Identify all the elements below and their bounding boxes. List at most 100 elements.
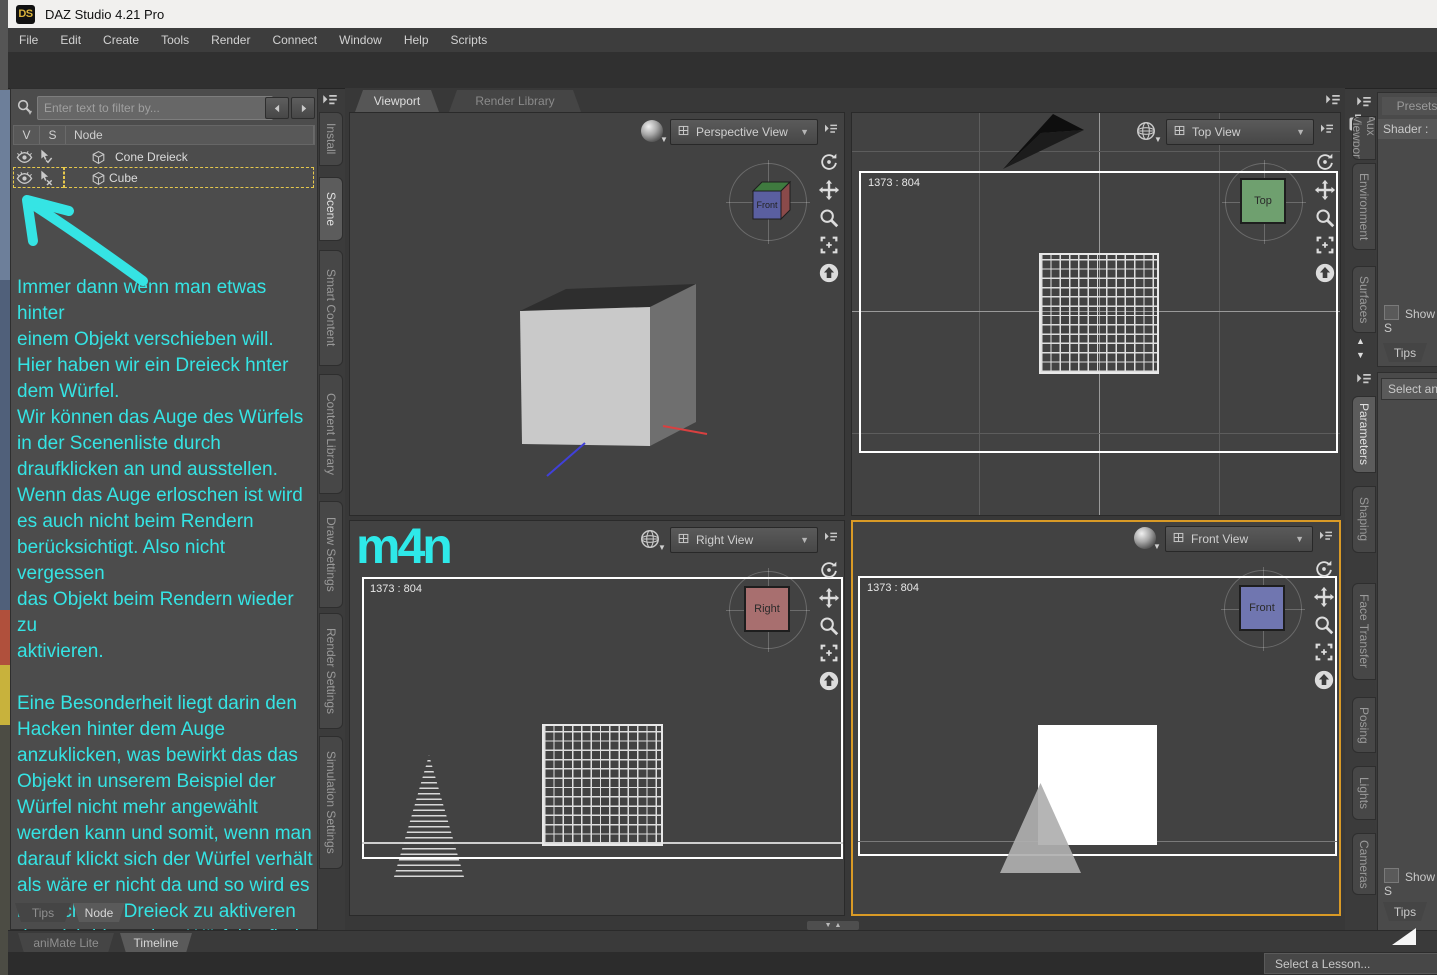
orbit-camera-icon[interactable] xyxy=(1314,151,1336,178)
menu-connect[interactable]: Connect xyxy=(261,28,328,52)
column-node[interactable]: Node xyxy=(66,126,314,144)
dock-tab-scene[interactable]: Scene xyxy=(319,177,343,241)
viewport-collapse-handle[interactable]: ▼▲ xyxy=(807,921,859,930)
frame-camera-icon[interactable] xyxy=(818,642,840,669)
orbit-camera-icon[interactable] xyxy=(818,151,840,178)
menu-tools[interactable]: Tools xyxy=(150,28,200,52)
scene-pane: ▾ V S Node Cone Dreieck Cube Imm xyxy=(10,88,318,930)
view-selector-dropdown[interactable]: Perspective View▼ xyxy=(670,119,818,145)
right-dock-pane-menu-icon[interactable] xyxy=(1354,93,1374,116)
filter-next-button[interactable] xyxy=(291,97,315,119)
pan-camera-icon[interactable] xyxy=(1314,179,1336,206)
frame-camera-icon[interactable] xyxy=(818,234,840,261)
reset-camera-icon[interactable] xyxy=(818,262,840,289)
dock-tab-environment[interactable]: Environment xyxy=(1352,163,1376,250)
column-visibility[interactable]: V xyxy=(14,126,40,144)
zoom-camera-icon[interactable] xyxy=(1313,614,1335,641)
scene-tab-tips[interactable]: Tips xyxy=(15,903,71,922)
orbit-camera-icon[interactable] xyxy=(818,559,840,586)
menu-help[interactable]: Help xyxy=(393,28,440,52)
menu-render[interactable]: Render xyxy=(200,28,261,52)
dock-tab-shaping[interactable]: Shaping xyxy=(1352,486,1376,553)
menu-edit[interactable]: Edit xyxy=(49,28,92,52)
viewport-top[interactable]: 1373 : 804 Top ▼ Top View▼ xyxy=(851,112,1341,516)
show-checkbox-row[interactable]: Show S xyxy=(1384,305,1437,335)
viewport-front-active[interactable]: 1373 : 804 Front ▼ Front View▼ xyxy=(851,520,1341,916)
checkbox-icon[interactable] xyxy=(1384,868,1399,883)
menu-window[interactable]: Window xyxy=(328,28,393,52)
dock-tab-content-library[interactable]: Content Library xyxy=(319,374,343,494)
pan-camera-icon[interactable] xyxy=(818,587,840,614)
menu-create[interactable]: Create xyxy=(92,28,150,52)
viewport-right[interactable]: m4n 1373 : 804 Right ▼ Right View▼ xyxy=(349,520,845,916)
left-dock-pane-menu-icon[interactable] xyxy=(320,91,340,114)
frame-camera-icon[interactable] xyxy=(1314,234,1336,261)
select-item-dropdown[interactable]: Select an Item xyxy=(1381,378,1437,400)
resize-grip-icon[interactable] xyxy=(1392,928,1416,945)
dock-tab-smart-content[interactable]: Smart Content xyxy=(319,250,343,366)
dock-tab-render-settings[interactable]: Render Settings xyxy=(319,613,343,729)
viewport-options-icon[interactable] xyxy=(822,121,840,142)
tab-viewport[interactable]: Viewport xyxy=(355,90,439,112)
filter-prev-button[interactable] xyxy=(265,97,289,119)
scene-filter-input[interactable] xyxy=(37,96,273,120)
presets-panel: Presets Shader : Show S Tips xyxy=(1377,92,1437,367)
dock-tab-parameters[interactable]: Parameters xyxy=(1352,396,1376,473)
viewport-options-icon[interactable] xyxy=(822,529,840,550)
reset-camera-icon[interactable] xyxy=(818,670,840,697)
dock-tab-surfaces[interactable]: Surfaces xyxy=(1352,266,1376,333)
show-checkbox-row[interactable]: Show S xyxy=(1384,868,1437,898)
reset-camera-icon[interactable] xyxy=(1314,262,1336,289)
column-selectability[interactable]: S xyxy=(40,126,66,144)
zoom-camera-icon[interactable] xyxy=(818,207,840,234)
viewport-options-icon[interactable] xyxy=(1318,121,1336,142)
filter-search-icon[interactable]: ▾ xyxy=(16,98,33,120)
viewcube-face[interactable]: Right xyxy=(744,586,790,632)
reset-camera-icon[interactable] xyxy=(1313,669,1335,696)
tab-animate-lite[interactable]: aniMate Lite xyxy=(18,933,114,953)
tab-render-library[interactable]: Render Library xyxy=(449,90,581,112)
node-label[interactable]: Cone Dreieck xyxy=(115,150,188,164)
viewcube-mini-cube[interactable]: Front xyxy=(735,169,799,233)
zoom-camera-icon[interactable] xyxy=(1314,207,1336,234)
dock-tab-posing[interactable]: Posing xyxy=(1352,697,1376,753)
presets-tips-tab[interactable]: Tips xyxy=(1383,343,1427,362)
dock-tab-face-transfer[interactable]: Face Transfer xyxy=(1352,583,1376,680)
orbit-camera-icon[interactable] xyxy=(1313,558,1335,585)
dock-scroll-up-icon[interactable]: ▲ xyxy=(1356,336,1365,346)
select-lesson-button[interactable]: Select a Lesson... xyxy=(1264,953,1437,974)
viewcube-face[interactable]: Top xyxy=(1240,178,1286,224)
viewport-options-icon[interactable] xyxy=(1317,528,1335,549)
eye-icon[interactable] xyxy=(13,149,35,166)
dock-tab-aux-viewport[interactable]: Aux Viewport xyxy=(1352,116,1376,160)
frame-camera-icon[interactable] xyxy=(1313,641,1335,668)
view-selector-dropdown[interactable]: Top View▼ xyxy=(1166,119,1314,145)
presets-tab[interactable]: Presets xyxy=(1382,97,1437,115)
dock-tab-draw-settings[interactable]: Draw Settings xyxy=(319,501,343,608)
dock-scroll-down-icon[interactable]: ▼ xyxy=(1356,350,1365,360)
view-selector-dropdown[interactable]: Right View▼ xyxy=(670,527,818,553)
view-selector-dropdown[interactable]: Front View▼ xyxy=(1165,526,1313,552)
viewport-pane-menu-icon[interactable] xyxy=(1323,91,1343,114)
zoom-camera-icon[interactable] xyxy=(818,615,840,642)
scene-node-row-selected[interactable]: Cube xyxy=(13,168,315,188)
aspect-ratio-label: 1373 : 804 xyxy=(370,583,422,595)
pan-camera-icon[interactable] xyxy=(818,179,840,206)
dock-tab-lights[interactable]: Lights xyxy=(1352,766,1376,820)
right-dock-pane-menu-icon[interactable] xyxy=(1354,370,1374,393)
pointer-check-icon[interactable] xyxy=(35,149,57,165)
tab-timeline[interactable]: Timeline xyxy=(120,933,192,953)
dock-tab-install[interactable]: Install xyxy=(319,112,343,166)
pan-camera-icon[interactable] xyxy=(1313,586,1335,613)
dock-tab-cameras[interactable]: Cameras xyxy=(1352,833,1376,895)
menu-file[interactable]: File xyxy=(8,28,49,52)
parameters-tips-tab[interactable]: Tips xyxy=(1383,902,1427,921)
checkbox-icon[interactable] xyxy=(1384,305,1399,320)
scene-node-row[interactable]: Cone Dreieck xyxy=(13,147,315,167)
chevron-down-icon: ▼ xyxy=(800,127,809,137)
viewport-perspective[interactable]: Front ▼ Perspective View▼ xyxy=(349,112,845,516)
viewcube-face[interactable]: Front xyxy=(1239,585,1285,631)
scene-tab-node[interactable]: Node xyxy=(73,903,125,922)
dock-tab-simulation-settings[interactable]: Simulation Settings xyxy=(319,736,343,869)
menu-scripts[interactable]: Scripts xyxy=(440,28,499,52)
